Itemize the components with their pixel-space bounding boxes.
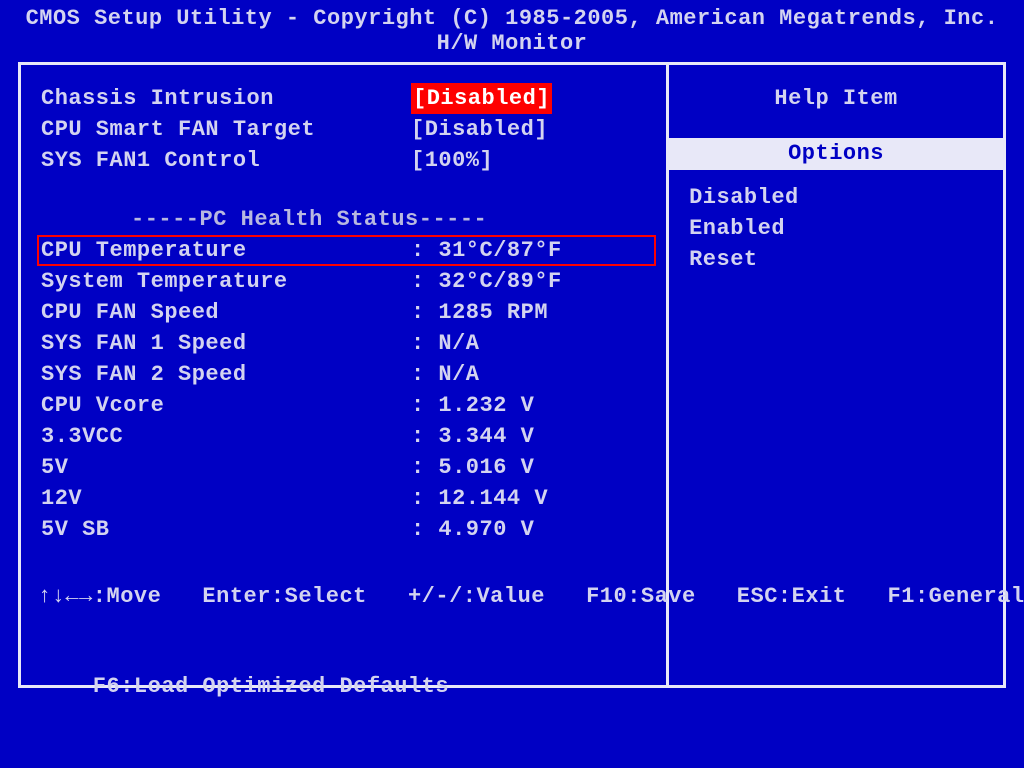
setting-label: CPU Smart FAN Target bbox=[41, 114, 411, 145]
health-value: 32°C/89°F bbox=[438, 266, 561, 297]
header-subtitle: H/W Monitor bbox=[0, 31, 1024, 60]
health-label: CPU FAN Speed bbox=[41, 297, 411, 328]
footer-line-1: ↑↓←→:Move Enter:Select +/-/:Value F10:Sa… bbox=[38, 582, 1006, 612]
header-title: CMOS Setup Utility - Copyright (C) 1985-… bbox=[0, 0, 1024, 31]
health-value: 1.232 V bbox=[438, 390, 534, 421]
setting-sys-fan1-control[interactable]: SYS FAN1 Control [100%] bbox=[41, 145, 652, 176]
health-3-3vcc: 3.3VCC: 3.344 V bbox=[41, 421, 652, 452]
health-value: 1285 RPM bbox=[438, 297, 548, 328]
health-label: SYS FAN 2 Speed bbox=[41, 359, 411, 390]
health-cpu-fan-speed: CPU FAN Speed: 1285 RPM bbox=[41, 297, 652, 328]
health-label: 3.3VCC bbox=[41, 421, 411, 452]
option-reset[interactable]: Reset bbox=[679, 244, 993, 275]
setting-value: [Disabled] bbox=[411, 114, 548, 145]
options-header: Options bbox=[669, 138, 1003, 170]
health-label: CPU Temperature bbox=[41, 235, 411, 266]
health-label: System Temperature bbox=[41, 266, 411, 297]
setting-label: SYS FAN1 Control bbox=[41, 145, 411, 176]
setting-value: [Disabled] bbox=[411, 83, 552, 114]
health-value: 3.344 V bbox=[438, 421, 534, 452]
health-value: 12.144 V bbox=[438, 483, 548, 514]
setting-chassis-intrusion[interactable]: Chassis Intrusion [Disabled] bbox=[41, 83, 652, 114]
health-label: 12V bbox=[41, 483, 411, 514]
health-value: N/A bbox=[438, 359, 479, 390]
help-item-title: Help Item bbox=[679, 83, 993, 114]
footer-hints: ↑↓←→:Move Enter:Select +/-/:Value F10:Sa… bbox=[18, 522, 1006, 762]
setting-value: [100%] bbox=[411, 145, 493, 176]
health-label: 5V bbox=[41, 452, 411, 483]
health-value: 31°C/87°F bbox=[438, 235, 561, 266]
health-value: N/A bbox=[438, 328, 479, 359]
health-12v: 12V: 12.144 V bbox=[41, 483, 652, 514]
footer-line-2: F6:Load Optimized Defaults bbox=[38, 672, 1006, 702]
health-cpu-temperature: CPU Temperature: 31°C/87°F bbox=[41, 235, 652, 266]
option-enabled[interactable]: Enabled bbox=[679, 213, 993, 244]
bios-screen: CMOS Setup Utility - Copyright (C) 1985-… bbox=[0, 0, 1024, 768]
health-system-temperature: System Temperature: 32°C/89°F bbox=[41, 266, 652, 297]
health-5v: 5V: 5.016 V bbox=[41, 452, 652, 483]
option-disabled[interactable]: Disabled bbox=[679, 182, 993, 213]
setting-cpu-smart-fan-target[interactable]: CPU Smart FAN Target [Disabled] bbox=[41, 114, 652, 145]
health-cpu-vcore: CPU Vcore: 1.232 V bbox=[41, 390, 652, 421]
health-label: CPU Vcore bbox=[41, 390, 411, 421]
health-sys-fan-2-speed: SYS FAN 2 Speed: N/A bbox=[41, 359, 652, 390]
pc-health-section-title: -----PC Health Status----- bbox=[41, 204, 652, 235]
health-value: 5.016 V bbox=[438, 452, 534, 483]
health-sys-fan-1-speed: SYS FAN 1 Speed: N/A bbox=[41, 328, 652, 359]
setting-label: Chassis Intrusion bbox=[41, 83, 411, 114]
health-label: SYS FAN 1 Speed bbox=[41, 328, 411, 359]
